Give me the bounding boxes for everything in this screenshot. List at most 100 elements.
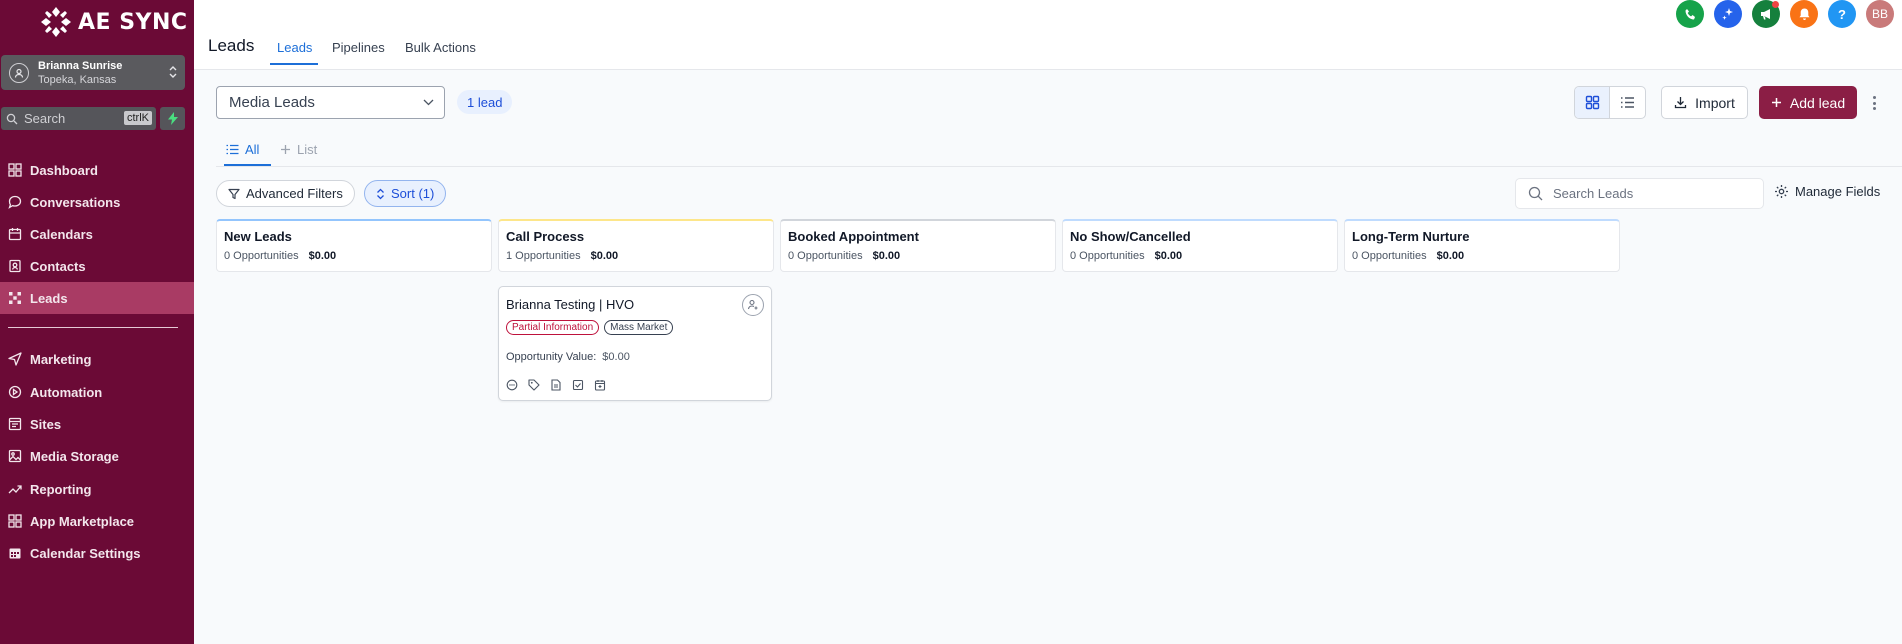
nav-reporting[interactable]: Reporting xyxy=(0,473,194,505)
stage-column-header: Long-Term Nurture 0 Opportunities $0.00 xyxy=(1344,219,1620,272)
quick-actions-button[interactable] xyxy=(160,107,185,130)
sort-button[interactable]: Sort (1) xyxy=(364,180,447,207)
list-icon xyxy=(226,144,239,155)
tag-list: Partial Information Mass Market xyxy=(506,320,674,335)
announcements-button[interactable] xyxy=(1752,0,1780,28)
ai-assistant-button[interactable] xyxy=(1714,0,1742,28)
manage-fields-button[interactable]: Manage Fields xyxy=(1774,184,1880,199)
nav-label: Automation xyxy=(30,384,103,400)
bell-icon xyxy=(1799,8,1809,20)
dashboard-icon xyxy=(8,163,22,177)
subtab-divider xyxy=(216,166,1902,167)
nav-automation[interactable]: Automation xyxy=(0,376,194,408)
appointment-icon[interactable] xyxy=(594,379,606,391)
nav-label: Calendars xyxy=(30,226,93,242)
nav-sites[interactable]: Sites xyxy=(0,408,194,440)
stage-name: New Leads xyxy=(224,229,292,244)
sort-icon xyxy=(377,188,384,199)
active-tab-indicator xyxy=(270,63,318,65)
tag-icon[interactable] xyxy=(528,379,540,391)
card-title: Brianna Testing | HVO xyxy=(506,297,635,312)
manage-fields-label: Manage Fields xyxy=(1795,184,1881,199)
download-icon xyxy=(1675,97,1687,109)
avatar-initials: BB xyxy=(1871,7,1888,21)
stage-value: $0.00 xyxy=(308,250,337,262)
stage-value: $0.00 xyxy=(1154,250,1183,262)
nav-label: Media Storage xyxy=(30,448,119,464)
nav-label: Marketing xyxy=(30,351,92,367)
gear-icon xyxy=(1775,185,1788,198)
user-avatar[interactable]: BB xyxy=(1866,0,1894,28)
nav-label: Leads xyxy=(30,290,68,306)
subtab-list-label: List xyxy=(297,142,318,157)
assign-user-button[interactable] xyxy=(742,294,764,316)
nav-app-marketplace[interactable]: App Marketplace xyxy=(0,505,194,537)
phone-button[interactable] xyxy=(1676,0,1704,28)
nav-calendar-settings[interactable]: Calendar Settings xyxy=(0,537,194,569)
chevron-down-icon xyxy=(423,99,434,106)
nav-calendars[interactable]: Calendars xyxy=(0,218,194,250)
tag-partial-information: Partial Information xyxy=(506,320,600,335)
lead-count-badge: 1 lead xyxy=(457,90,513,114)
opportunity-value-label: Opportunity Value: xyxy=(506,351,597,363)
tab-leads[interactable]: Leads xyxy=(277,40,312,55)
image-icon xyxy=(8,449,22,463)
chevron-up-down-icon xyxy=(169,66,177,78)
nav-media-storage[interactable]: Media Storage xyxy=(0,440,194,472)
nav-contacts[interactable]: Contacts xyxy=(0,250,194,282)
help-button[interactable]: ? xyxy=(1828,0,1856,28)
brand-logo[interactable]: AE SYNC xyxy=(40,4,188,40)
tab-pipelines[interactable]: Pipelines xyxy=(332,40,385,55)
nav-conversations[interactable]: Conversations xyxy=(0,186,194,218)
pipeline-select[interactable]: Media Leads xyxy=(216,86,445,119)
opportunity-card[interactable]: Brianna Testing | HVO Partial Informatio… xyxy=(498,286,772,401)
sort-label: Sort (1) xyxy=(391,186,435,201)
import-button[interactable]: Import xyxy=(1661,86,1748,119)
chat-icon xyxy=(8,195,22,209)
subtab-all[interactable]: All xyxy=(226,142,259,157)
tab-bulk-actions[interactable]: Bulk Actions xyxy=(405,40,476,55)
subtab-add-list[interactable]: List xyxy=(280,142,317,157)
sparkle-icon xyxy=(1722,8,1733,20)
nav-label: App Marketplace xyxy=(30,513,135,529)
phone-icon xyxy=(1685,8,1695,19)
task-icon[interactable] xyxy=(572,379,584,391)
plus-icon xyxy=(281,145,290,154)
apps-icon xyxy=(8,514,22,528)
message-icon[interactable] xyxy=(506,379,518,391)
search-leads-input[interactable]: Search Leads xyxy=(1515,178,1764,209)
pipeline-select-value: Media Leads xyxy=(229,94,315,111)
megaphone-icon xyxy=(1761,9,1770,20)
view-toggle xyxy=(1574,86,1646,119)
nav-dashboard[interactable]: Dashboard xyxy=(0,154,194,186)
list-view-button[interactable] xyxy=(1610,87,1645,118)
sidebar-search-placeholder: Search xyxy=(24,111,66,126)
stage-count: 0 Opportunities xyxy=(1352,250,1427,262)
notifications-button[interactable] xyxy=(1790,0,1818,28)
user-icon xyxy=(9,62,29,83)
stage-name: No Show/Cancelled xyxy=(1070,229,1191,244)
trending-up-icon xyxy=(8,485,22,494)
advanced-filters-button[interactable]: Advanced Filters xyxy=(216,180,355,207)
more-options-icon[interactable] xyxy=(1869,92,1879,114)
stage-count: 0 Opportunities xyxy=(788,250,863,262)
sidebar-search[interactable]: Search ctrlK xyxy=(1,107,156,130)
stage-column-header: Call Process 1 Opportunities $0.00 xyxy=(498,219,774,272)
lightning-icon xyxy=(167,112,178,125)
page-title: Leads xyxy=(208,36,255,55)
add-lead-label: Add lead xyxy=(1789,94,1846,111)
logo-mark-icon xyxy=(41,7,71,37)
note-icon[interactable] xyxy=(550,379,562,391)
opportunity-value-amount: $0.00 xyxy=(602,351,630,363)
subtab-all-label: All xyxy=(245,142,260,157)
automation-icon xyxy=(8,385,22,399)
nav-marketing[interactable]: Marketing xyxy=(0,343,194,375)
stage-column-header: New Leads 0 Opportunities $0.00 xyxy=(216,219,492,272)
board-view-button[interactable] xyxy=(1575,87,1611,118)
nav-leads[interactable]: Leads xyxy=(0,282,194,314)
add-lead-button[interactable]: Add lead xyxy=(1759,86,1857,119)
account-location: Topeka, Kansas xyxy=(38,73,117,86)
account-switcher[interactable]: Brianna Sunrise Topeka, Kansas xyxy=(1,55,185,90)
contacts-icon xyxy=(9,259,21,273)
header-actions: ? BB xyxy=(1676,0,1894,28)
